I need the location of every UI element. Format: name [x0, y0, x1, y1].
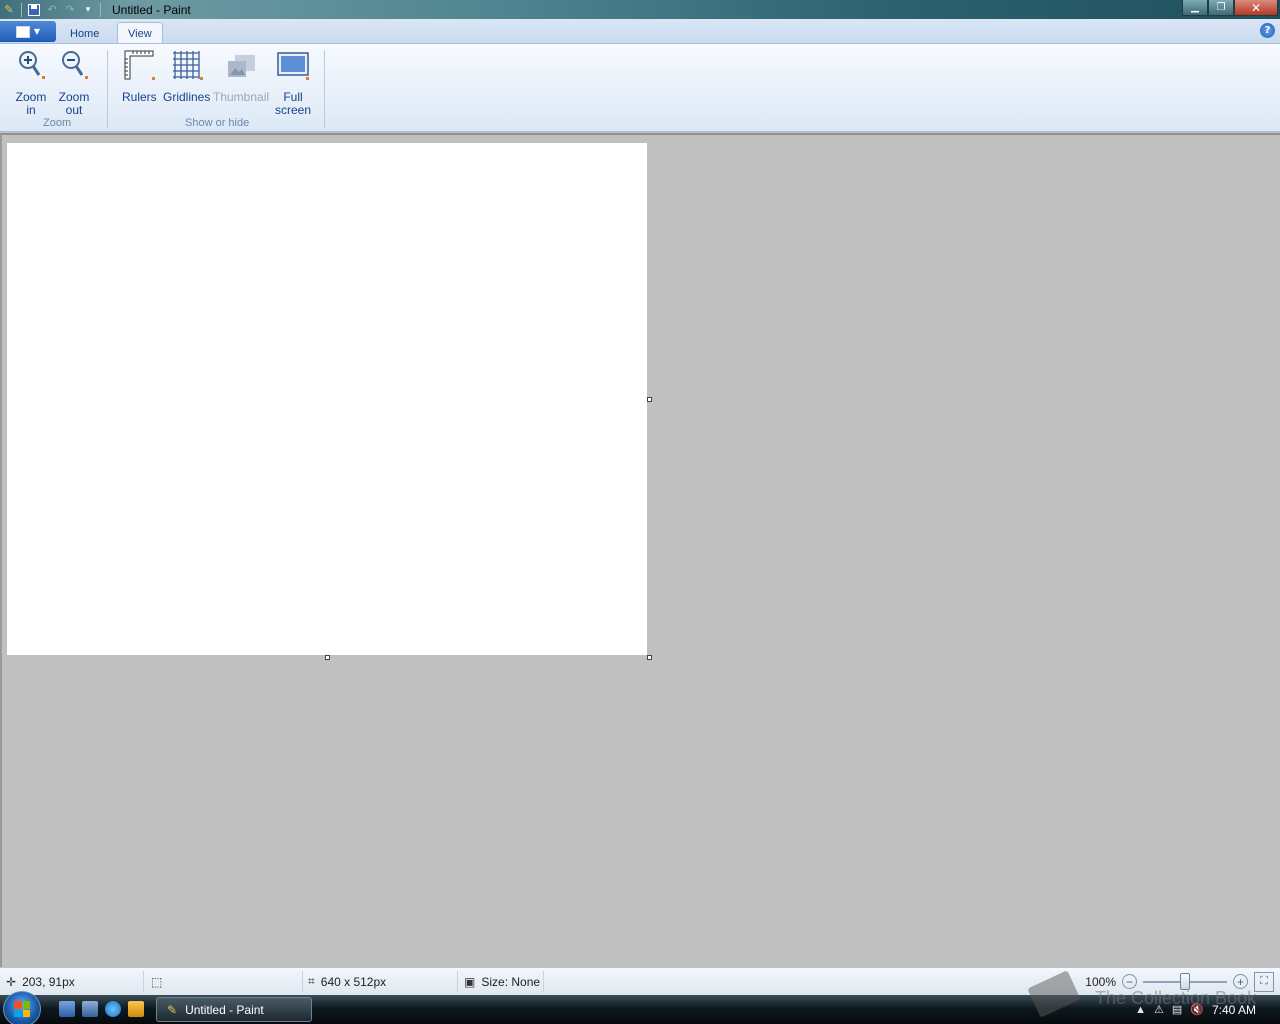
tab-home[interactable]: Home	[60, 23, 109, 44]
taskbar-paint-button[interactable]: ✎ Untitled - Paint	[156, 997, 312, 1022]
file-size-value: Size: None	[481, 974, 541, 989]
zoom-out-button[interactable]: Zoom out	[58, 49, 90, 117]
gridlines-button[interactable]: Gridlines	[163, 49, 210, 104]
minimize-button[interactable]: ▁	[1182, 0, 1208, 16]
zoom-slider[interactable]	[1143, 972, 1227, 990]
ribbon-tab-row: ▼ Home ?	[0, 19, 1280, 44]
taskbar: ✎ Untitled - Paint ▲ ⚠ ▤ 🔇 7:40 AM	[0, 991, 1280, 1024]
group-separator	[107, 50, 108, 128]
chevron-down-icon: ▼	[33, 27, 41, 36]
full-screen-label: Full screen	[275, 90, 312, 117]
help-icon[interactable]: ?	[1260, 23, 1275, 38]
zoom-level: 100%	[1085, 974, 1116, 989]
tab-view[interactable]: View	[117, 22, 163, 44]
resize-handle-bottom[interactable]	[325, 655, 330, 660]
rulers-button[interactable]: Rulers	[122, 49, 157, 104]
crosshair-icon: ✛	[6, 974, 17, 989]
redo-icon[interactable]: ↷	[61, 1, 79, 18]
canvas-size-icon: ⌗	[308, 974, 315, 988]
quick-access-separator	[100, 2, 101, 17]
status-separator	[302, 971, 303, 992]
selection-icon: ⬚	[151, 974, 163, 989]
disk-icon: ▣	[464, 974, 476, 989]
show-or-hide-group-label: Show or hide	[185, 117, 250, 129]
switch-windows-icon[interactable]	[82, 1001, 98, 1017]
undo-icon[interactable]: ↶	[43, 1, 61, 18]
full-screen-button[interactable]: Full screen	[275, 49, 311, 117]
media-player-icon[interactable]	[128, 1001, 144, 1017]
title-bar: ✎ ↶ ↷ ▾ Untitled - Paint ▁ ❐ ✕	[0, 0, 1280, 19]
quick-access-separator	[21, 2, 22, 17]
zoom-in-small-button[interactable]: +	[1233, 974, 1248, 989]
file-size: ▣ Size: None	[464, 968, 540, 995]
status-separator	[143, 971, 144, 992]
zoom-in-label: Zoom in	[15, 90, 47, 117]
rulers-label: Rulers	[122, 90, 157, 104]
gridlines-icon	[171, 49, 203, 81]
thumbnail-icon	[225, 49, 257, 81]
resize-handle-right[interactable]	[647, 397, 652, 402]
resize-handle-corner[interactable]	[647, 655, 652, 660]
rulers-icon	[123, 49, 156, 81]
paint-app-icon[interactable]: ✎	[0, 1, 18, 18]
fit-to-window-button[interactable]: ⛶	[1254, 971, 1274, 992]
canvas-size: ⌗ 640 x 512px	[308, 968, 386, 995]
internet-explorer-icon[interactable]	[105, 1001, 121, 1017]
full-screen-icon	[277, 49, 310, 81]
restore-button[interactable]: ❐	[1208, 0, 1234, 16]
zoom-out-label: Zoom out	[58, 90, 90, 117]
close-button[interactable]: ✕	[1234, 0, 1278, 16]
show-desktop-icon[interactable]	[59, 1001, 75, 1017]
document-icon	[15, 25, 30, 38]
zoom-out-icon	[58, 49, 90, 81]
zoom-group-label: Zoom	[43, 117, 72, 129]
zoom-slider-thumb[interactable]	[1180, 972, 1190, 990]
save-icon[interactable]	[25, 1, 43, 18]
start-button[interactable]	[3, 991, 41, 1024]
status-separator	[543, 971, 544, 992]
taskbar-paint-label: Untitled - Paint	[185, 1002, 264, 1017]
status-bar: ✛ 203, 91px ⬚ ⌗ 640 x 512px ▣ Size: None…	[0, 967, 1280, 995]
thumbnail-button[interactable]: Thumbnail	[213, 49, 269, 104]
ribbon-view-panel: Zoom in Zoom out Zoom Rulers Gridlines T…	[0, 43, 1280, 132]
paint-app-icon: ✎	[167, 1002, 178, 1017]
window-title: Untitled - Paint	[112, 2, 191, 17]
status-separator	[457, 971, 458, 992]
cursor-position-value: 203, 91px	[22, 974, 75, 989]
zoom-in-icon	[15, 49, 47, 81]
paint-menu-button[interactable]: ▼	[0, 21, 56, 42]
windows-logo-icon	[14, 1001, 30, 1017]
drawing-canvas[interactable]	[7, 143, 647, 655]
customize-quick-access-icon[interactable]: ▾	[79, 1, 97, 18]
selection-size: ⬚	[151, 968, 168, 995]
zoom-in-button[interactable]: Zoom in	[15, 49, 47, 117]
gridlines-label: Gridlines	[163, 90, 211, 104]
watermark-text: The Collection Book	[1095, 988, 1257, 1008]
group-separator	[324, 50, 325, 128]
zoom-out-small-button[interactable]: −	[1122, 974, 1137, 989]
canvas-size-value: 640 x 512px	[320, 974, 387, 989]
thumbnail-label: Thumbnail	[213, 90, 270, 104]
window-controls: ▁ ❐ ✕	[1182, 0, 1278, 16]
